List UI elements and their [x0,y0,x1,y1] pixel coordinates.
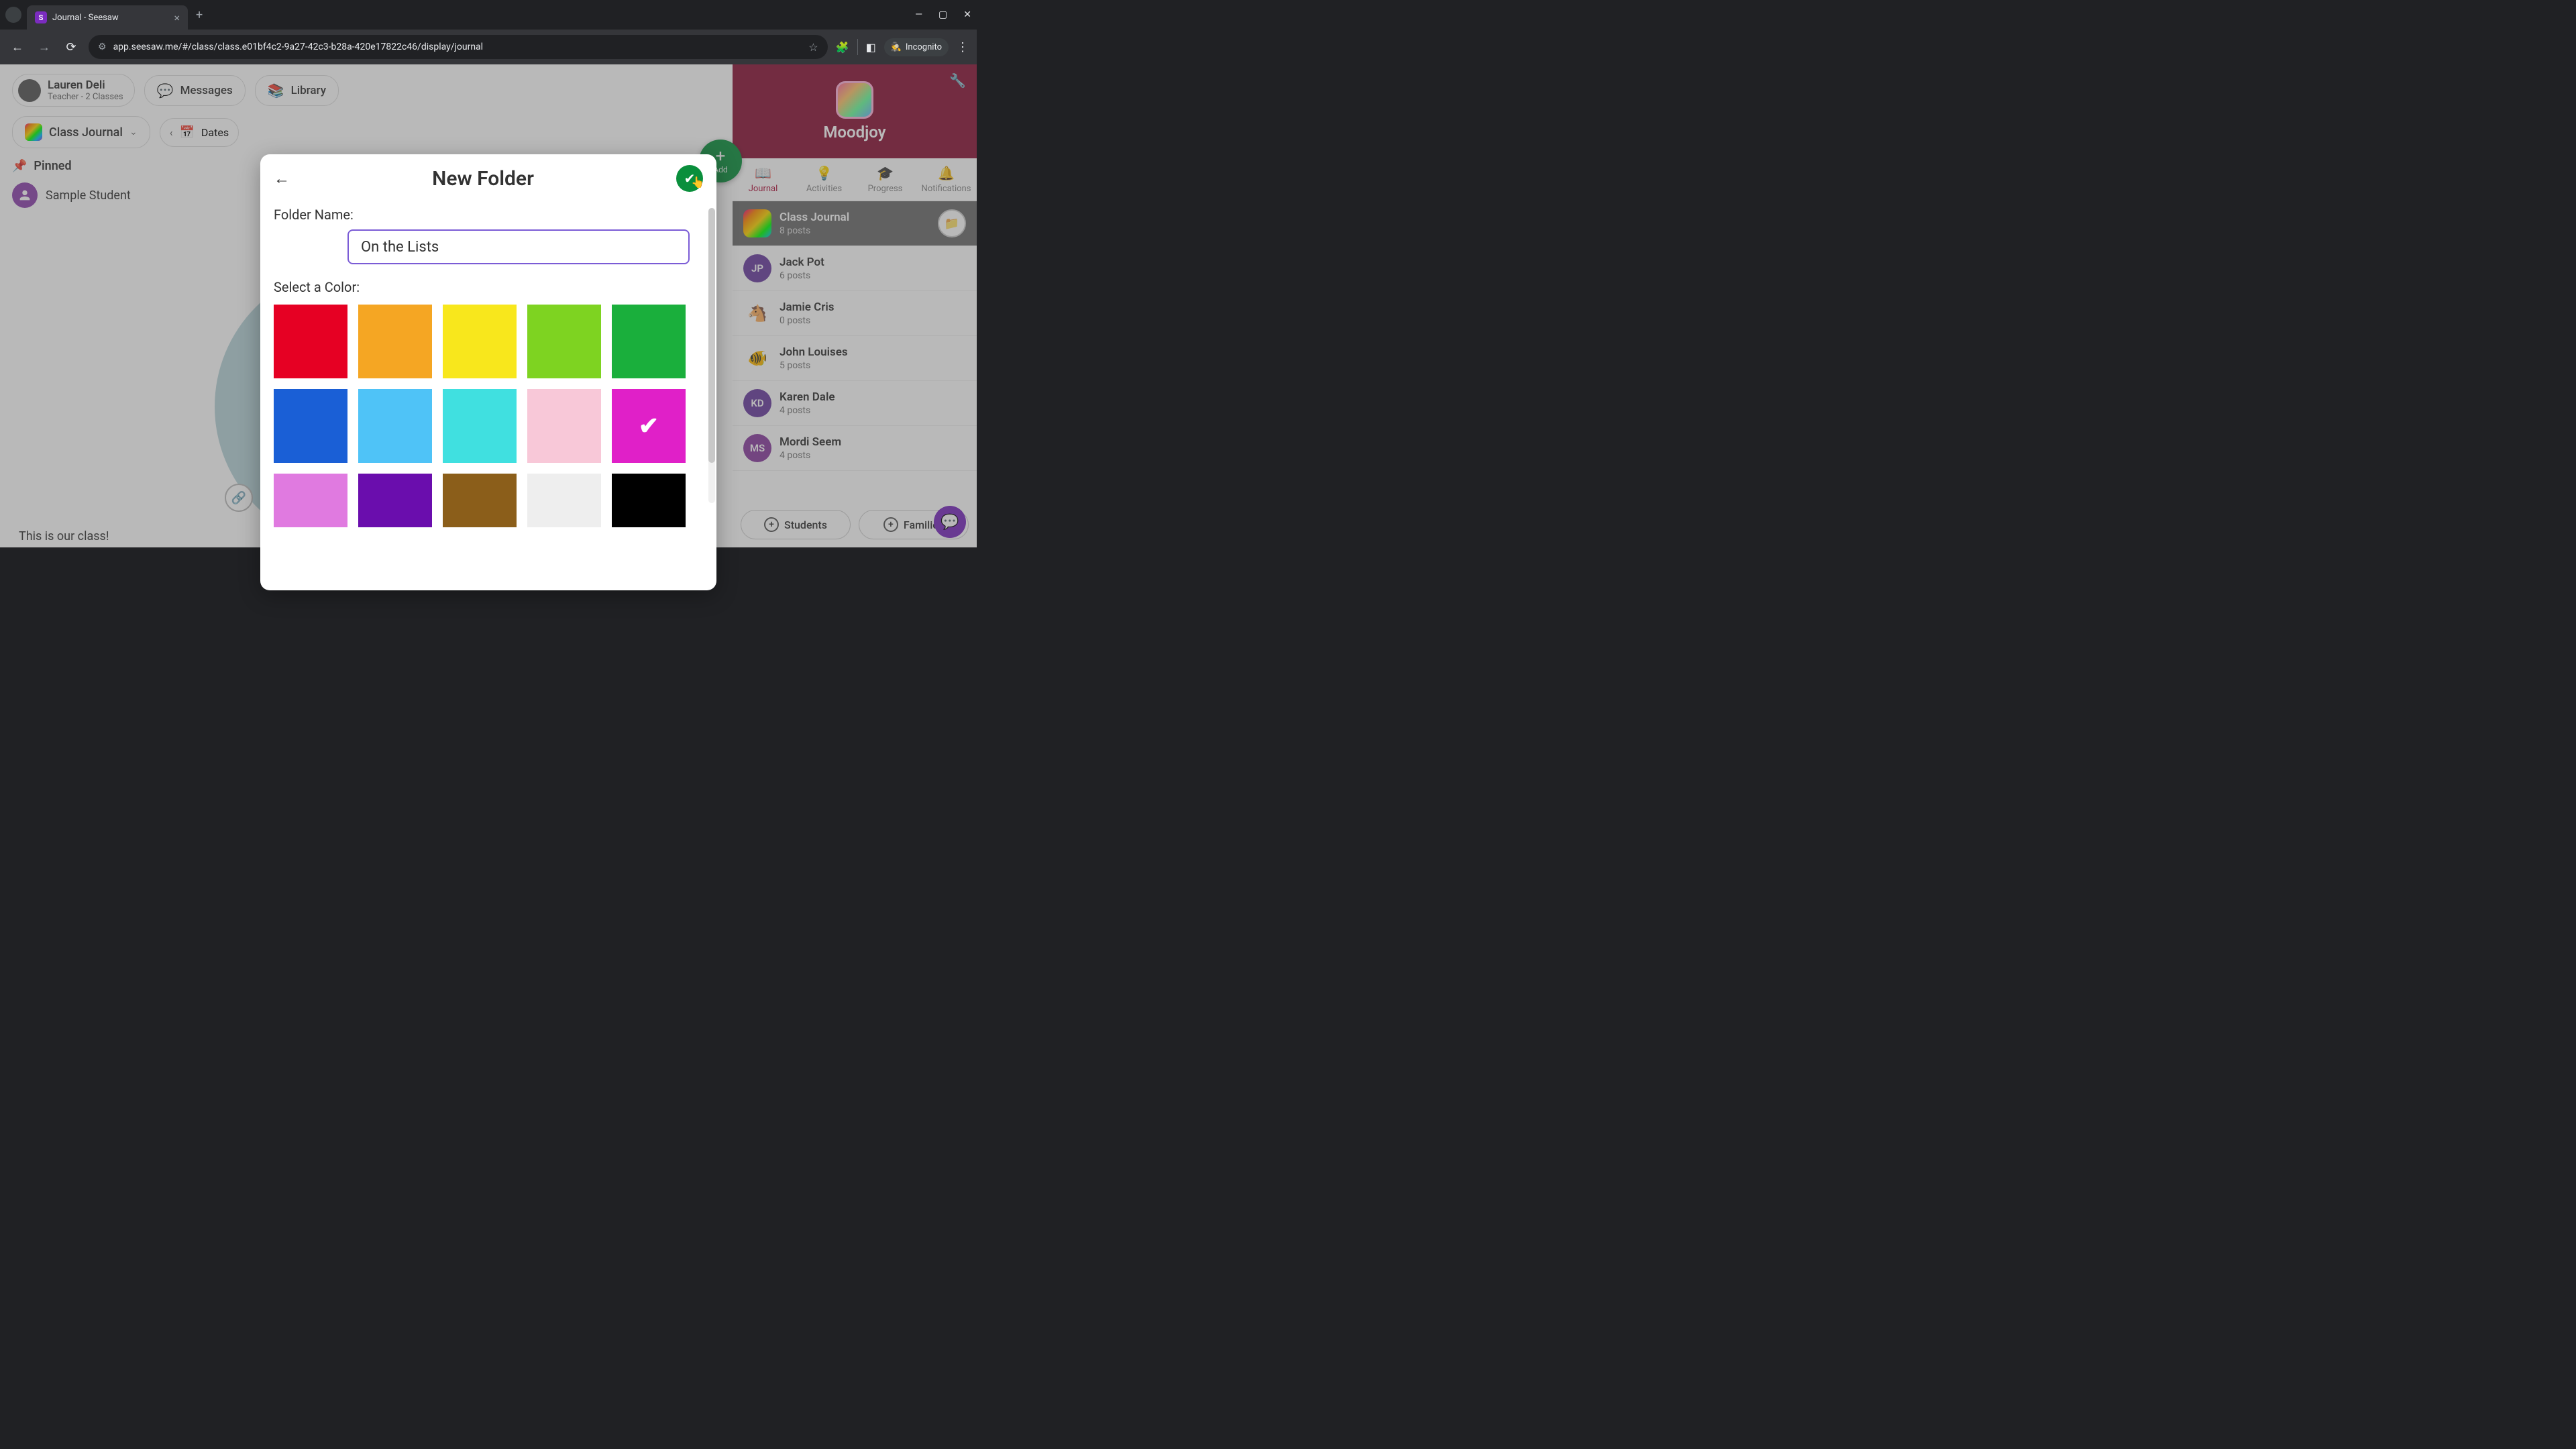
browser-titlebar: S Journal - Seesaw × + ― ▢ ✕ [0,0,977,30]
tab-title: Journal - Seesaw [52,13,168,23]
browser-menu-icon[interactable]: ⋮ [957,40,969,54]
incognito-label: Incognito [906,42,942,52]
extensions-icon[interactable]: 🧩 [836,41,849,54]
modal-title: New Folder [290,167,676,191]
color-swatch[interactable] [527,474,601,527]
reload-button[interactable]: ⟳ [62,38,80,56]
color-swatch[interactable] [612,389,686,463]
modal-back-button[interactable]: ← [274,169,290,189]
color-swatch[interactable] [358,474,432,527]
select-color-label: Select a Color: [274,279,703,295]
incognito-icon: 🕵️ [891,42,902,52]
modal-confirm-button[interactable]: ✔ [676,165,703,192]
color-swatch[interactable] [443,305,517,378]
back-button[interactable]: ← [8,38,27,56]
incognito-badge[interactable]: 🕵️ Incognito [884,38,949,56]
color-grid [274,305,703,547]
modal-scrollbar[interactable] [708,208,715,503]
color-swatch[interactable] [358,389,432,463]
folder-name-label: Folder Name: [274,207,703,223]
toolbar-divider [857,39,858,55]
tab-favicon: S [35,11,47,23]
color-swatch[interactable] [443,474,517,527]
site-settings-icon[interactable]: ⚙ [98,42,107,52]
color-swatch[interactable] [612,305,686,378]
color-swatch[interactable] [527,305,601,378]
folder-name-input[interactable] [347,229,690,264]
tab-group-dot[interactable] [5,7,21,23]
modal-header: ← New Folder ✔ 👆 [260,154,716,203]
bookmark-star-icon[interactable]: ☆ [808,41,818,54]
new-folder-modal: ← New Folder ✔ 👆 Folder Name: Select a C… [260,154,716,590]
color-swatch[interactable] [274,474,347,527]
modal-body: Folder Name: Select a Color: [260,203,716,590]
forward-button: → [35,38,54,56]
address-bar[interactable]: ⚙ app.seesaw.me/#/class/class.e01bf4c2-9… [89,35,828,59]
tab-close-icon[interactable]: × [174,11,180,24]
side-panel-icon[interactable]: ◧ [866,41,876,54]
new-tab-button[interactable]: + [196,8,203,22]
browser-toolbar: ← → ⟳ ⚙ app.seesaw.me/#/class/class.e01b… [0,30,977,64]
color-swatch[interactable] [527,389,601,463]
color-swatch[interactable] [612,474,686,527]
app-root: Lauren Deli Teacher - 2 Classes 💬 Messag… [0,64,977,547]
window-controls: ― ▢ ✕ [915,9,971,20]
color-swatch[interactable] [274,389,347,463]
browser-tab[interactable]: S Journal - Seesaw × [27,5,188,30]
maximize-icon[interactable]: ▢ [938,9,947,20]
color-swatch[interactable] [358,305,432,378]
close-window-icon[interactable]: ✕ [963,9,971,20]
url-text: app.seesaw.me/#/class/class.e01bf4c2-9a2… [113,42,802,52]
minimize-icon[interactable]: ― [915,9,922,20]
color-swatch[interactable] [443,389,517,463]
color-swatch[interactable] [274,305,347,378]
scrollbar-thumb[interactable] [708,208,715,463]
